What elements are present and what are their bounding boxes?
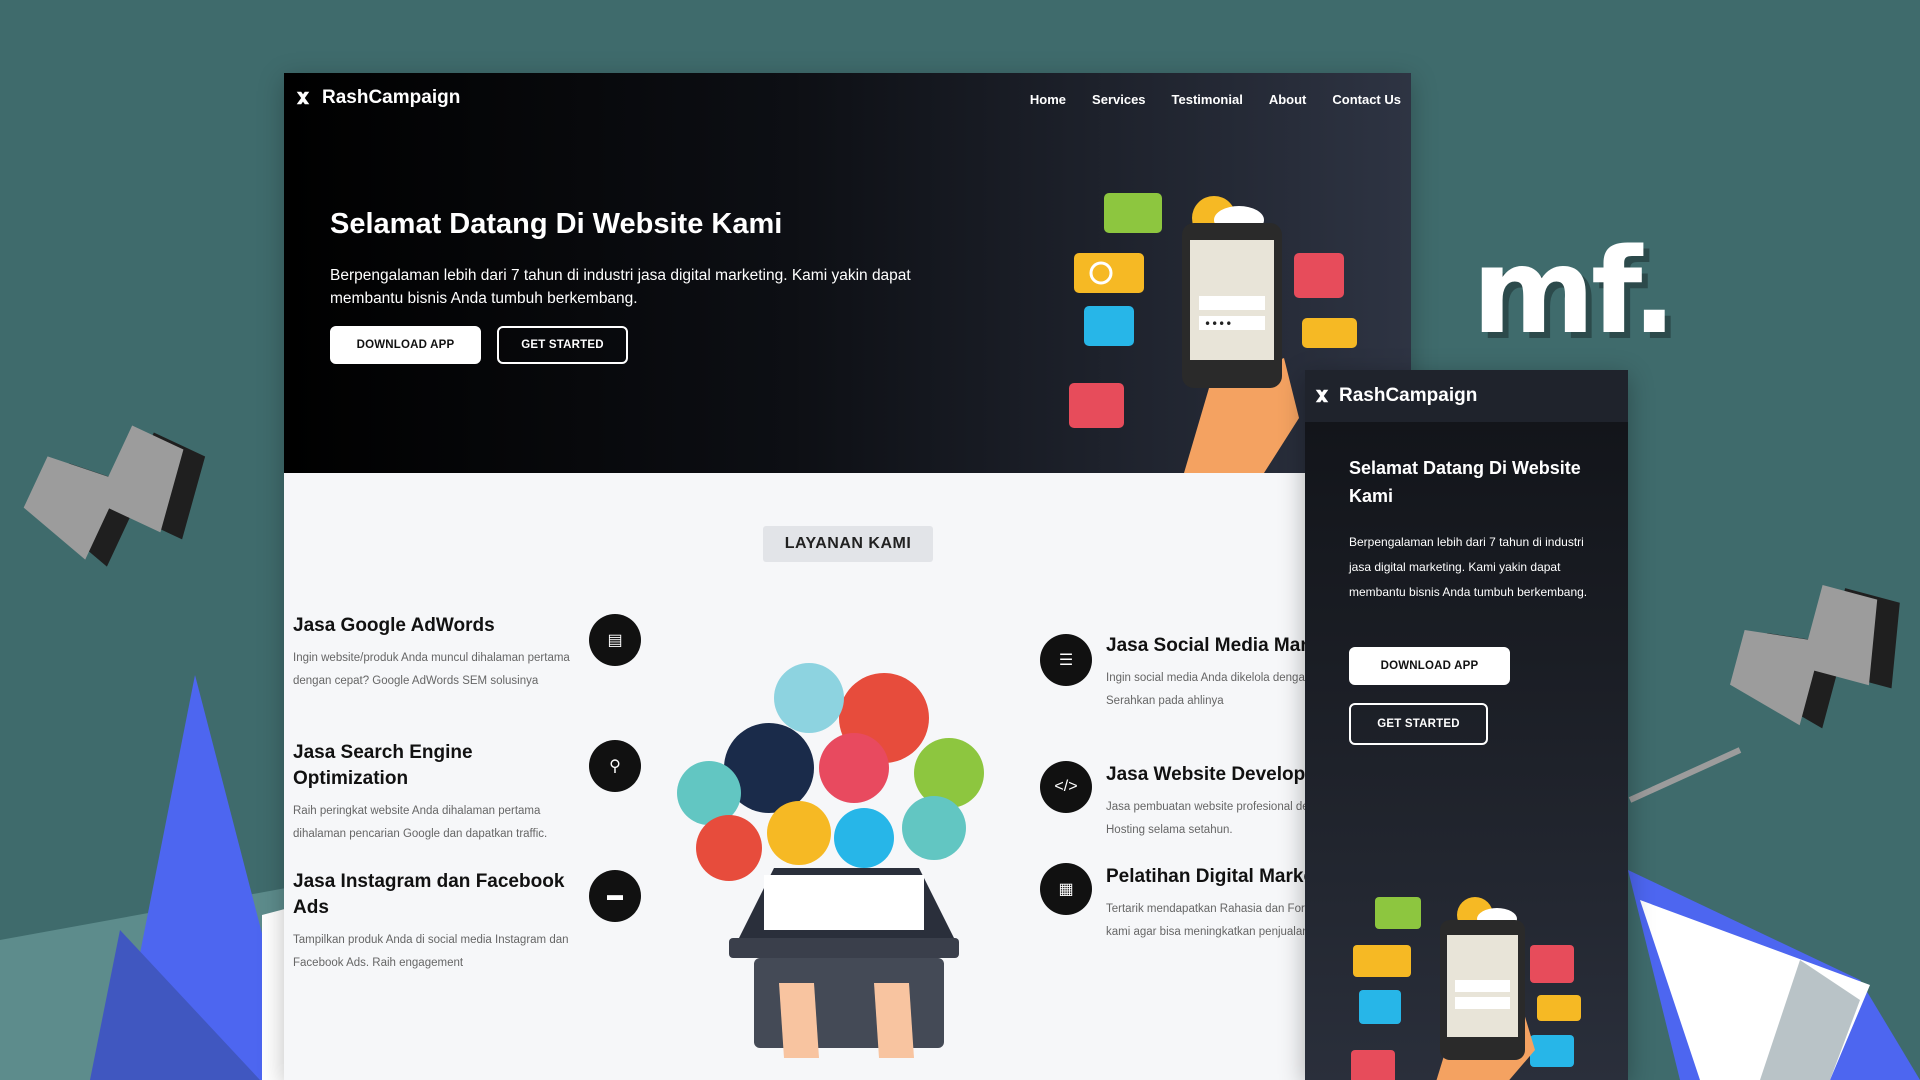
- mobile-download-app-button[interactable]: DOWNLOAD APP: [1349, 647, 1510, 685]
- mobile-phone-illustration: [1351, 897, 1581, 1080]
- cross-logo-icon: [1315, 389, 1329, 403]
- service-item: Jasa Search Engine Optimization Raih per…: [293, 740, 578, 846]
- nav-services[interactable]: Services: [1092, 92, 1146, 107]
- brand-name: RashCampaign: [322, 87, 461, 108]
- brand-name[interactable]: RashCampaign: [1339, 385, 1477, 407]
- mobile-hero-title: Selamat Datang Di Website Kami: [1349, 458, 1581, 506]
- hero-description: Berpengalaman lebih dari 7 tahun di indu…: [330, 267, 911, 307]
- code-icon: </>: [1040, 761, 1092, 813]
- cross-logo-icon: [296, 91, 310, 105]
- service-item: Jasa Instagram dan Facebook Ads Tampilka…: [293, 869, 578, 975]
- service-title: Jasa Instagram dan Facebook Ads: [293, 871, 565, 918]
- mobile-get-started-button[interactable]: GET STARTED: [1349, 703, 1488, 745]
- card-icon: ▬: [589, 870, 641, 922]
- service-desc: Tampilkan produk Anda di social media In…: [293, 934, 569, 969]
- calendar-icon: ▦: [1040, 863, 1092, 915]
- services-title: LAYANAN KAMI: [763, 526, 933, 562]
- mobile-mockup: RashCampaign Selamat Datang Di Website K…: [1305, 370, 1628, 1080]
- search-icon: ⚲: [589, 740, 641, 792]
- navbar: RashCampaign Home Services Testimonial A…: [284, 73, 1411, 127]
- hero-section: RashCampaign Home Services Testimonial A…: [284, 73, 1411, 473]
- services-illustration: [677, 663, 984, 1058]
- nav-menu: Home Services Testimonial About Contact …: [1030, 92, 1401, 107]
- mobile-navbar: RashCampaign: [1305, 370, 1628, 422]
- service-title: Jasa Google AdWords: [293, 615, 495, 636]
- server-icon: ☰: [1040, 634, 1092, 686]
- watermark-logo: mf.: [1472, 222, 1677, 360]
- nav-testimonial[interactable]: Testimonial: [1172, 92, 1243, 107]
- brand[interactable]: RashCampaign: [294, 87, 460, 109]
- svg-text:••••: ••••: [1204, 317, 1232, 331]
- service-desc: Ingin website/produk Anda muncul dihalam…: [293, 652, 570, 687]
- service-desc: Raih peringkat website Anda dihalaman pe…: [293, 805, 548, 840]
- get-started-button[interactable]: GET STARTED: [497, 326, 628, 364]
- mobile-hero-description: Berpengalaman lebih dari 7 tahun di indu…: [1349, 535, 1588, 599]
- nav-home[interactable]: Home: [1030, 92, 1066, 107]
- document-icon: ▤: [589, 614, 641, 666]
- nav-contact[interactable]: Contact Us: [1332, 92, 1401, 107]
- desktop-mockup: RashCampaign Home Services Testimonial A…: [284, 73, 1411, 1080]
- download-app-button[interactable]: DOWNLOAD APP: [330, 326, 481, 364]
- service-item: Jasa Google AdWords Ingin website/produk…: [293, 613, 578, 693]
- hero-title: Selamat Datang Di Website Kami: [330, 208, 783, 240]
- nav-about[interactable]: About: [1269, 92, 1307, 107]
- service-title: Jasa Search Engine Optimization: [293, 742, 473, 789]
